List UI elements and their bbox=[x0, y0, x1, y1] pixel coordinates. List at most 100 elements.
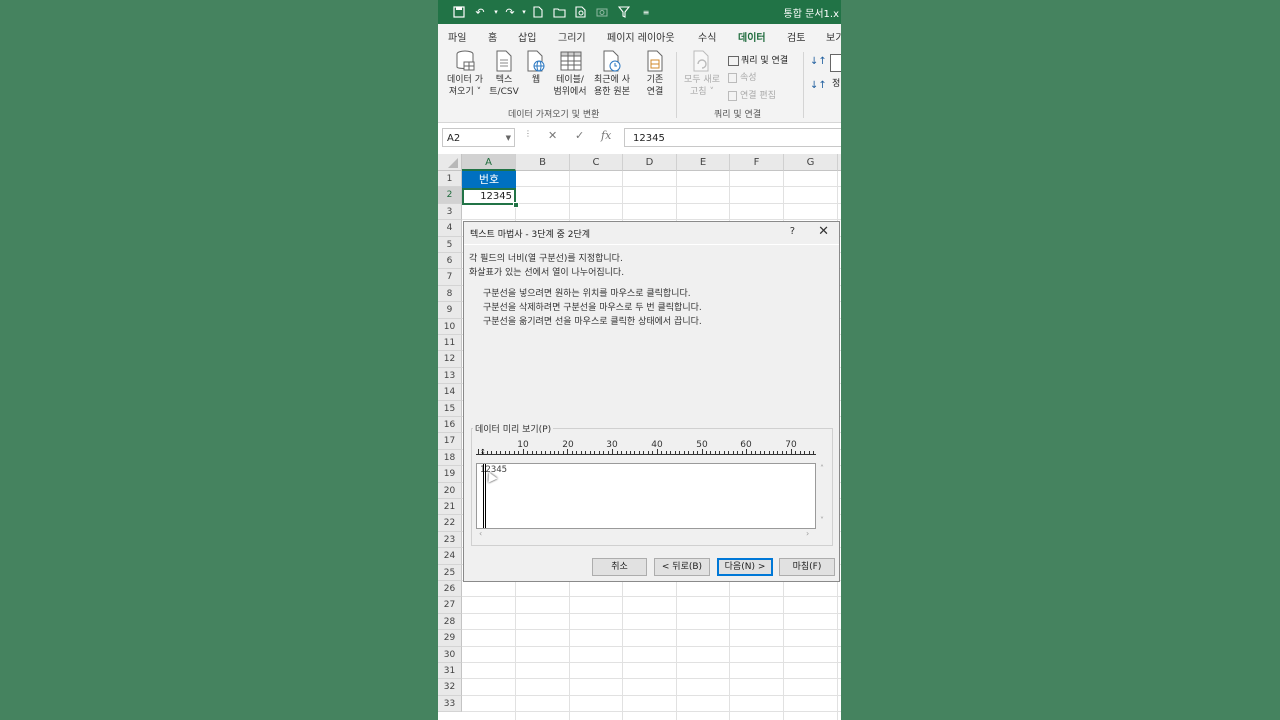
refresh-all-button[interactable]: 모두 새로 고침 ˅ bbox=[682, 50, 722, 98]
get-data-button[interactable]: 데이터 가 져오기 ˅ bbox=[444, 50, 486, 98]
row-header[interactable]: 23 bbox=[438, 531, 462, 549]
row-header[interactable]: 19 bbox=[438, 466, 462, 483]
edit-links-button[interactable]: 연결 편집 bbox=[728, 88, 776, 101]
row-header[interactable]: 26 bbox=[438, 581, 462, 598]
row-header[interactable]: 7 bbox=[438, 269, 462, 286]
open-folder-icon[interactable] bbox=[551, 4, 567, 20]
scroll-right-icon[interactable]: › bbox=[806, 529, 809, 538]
column-header-g[interactable]: G bbox=[784, 154, 838, 171]
row-header[interactable]: 24 bbox=[438, 548, 462, 565]
column-header-b[interactable]: B bbox=[516, 154, 570, 171]
name-box[interactable]: A2 ▼ bbox=[442, 128, 515, 147]
column-ruler[interactable]: 10 20 30 40 50 60 70 ↕ bbox=[476, 440, 816, 456]
next-button[interactable]: 다음(N) > bbox=[717, 558, 773, 576]
row-header[interactable]: 30 bbox=[438, 646, 462, 663]
tab-file[interactable]: 파일 bbox=[448, 29, 466, 44]
row-header[interactable]: 2 bbox=[438, 187, 462, 204]
row-header[interactable]: 25 bbox=[438, 564, 462, 581]
fill-handle[interactable] bbox=[513, 202, 519, 208]
queries-connections-button[interactable]: 쿼리 및 연결 bbox=[728, 53, 788, 66]
cancel-button[interactable]: 취소 bbox=[592, 558, 647, 576]
tab-formulas[interactable]: 수식 bbox=[698, 29, 716, 44]
row-header[interactable]: 31 bbox=[438, 663, 462, 680]
data-preview-box[interactable]: 12345 bbox=[476, 463, 816, 529]
row-header[interactable]: 5 bbox=[438, 236, 462, 253]
select-all-corner[interactable] bbox=[438, 154, 462, 171]
scroll-down-icon[interactable]: ˅ bbox=[820, 516, 824, 525]
preview-vertical-scrollbar[interactable]: ˄ ˅ bbox=[817, 463, 829, 529]
finish-button[interactable]: 마침(F) bbox=[779, 558, 835, 576]
tab-home[interactable]: 홈 bbox=[488, 29, 497, 44]
confirm-entry-icon[interactable]: ✓ bbox=[575, 129, 584, 142]
from-web-button[interactable]: 웹 bbox=[524, 50, 548, 86]
tab-page-layout[interactable]: 페이지 레이아웃 bbox=[607, 29, 675, 44]
column-header-d[interactable]: D bbox=[623, 154, 677, 171]
customize-toolbar-icon[interactable]: ≡ bbox=[638, 4, 654, 20]
ruler-tick bbox=[714, 451, 716, 454]
formula-input[interactable]: 12345 bbox=[624, 128, 841, 147]
row-header[interactable]: 17 bbox=[438, 433, 462, 450]
sort-za-icon[interactable]: ↓↑ bbox=[810, 80, 827, 91]
row-header[interactable]: 10 bbox=[438, 318, 462, 335]
row-header[interactable]: 22 bbox=[438, 515, 462, 532]
tab-insert[interactable]: 삽입 bbox=[518, 29, 536, 44]
row-header[interactable]: 32 bbox=[438, 679, 462, 696]
undo-icon[interactable]: ↶ bbox=[472, 4, 488, 20]
ruler-tick bbox=[531, 451, 533, 454]
cancel-entry-icon[interactable]: ✕ bbox=[548, 129, 557, 142]
recent-sources-button[interactable]: 최근에 사 용한 원본 bbox=[590, 50, 634, 98]
preview-horizontal-scrollbar[interactable]: ‹ › bbox=[476, 529, 816, 541]
insert-function-icon[interactable]: fx bbox=[601, 129, 611, 142]
from-table-range-button[interactable]: 테이블/ 범위에서 bbox=[550, 50, 590, 98]
row-header[interactable]: 28 bbox=[438, 613, 462, 631]
row-header[interactable]: 3 bbox=[438, 203, 462, 221]
row-header[interactable]: 1 bbox=[438, 171, 462, 188]
row-header[interactable]: 33 bbox=[438, 695, 462, 713]
column-header-e[interactable]: E bbox=[677, 154, 730, 171]
tab-data[interactable]: 데이터 bbox=[738, 29, 766, 48]
tab-view[interactable]: 보기 bbox=[826, 29, 841, 44]
row-header[interactable]: 18 bbox=[438, 449, 462, 467]
new-file-icon[interactable] bbox=[530, 4, 546, 20]
row-header[interactable]: 4 bbox=[438, 220, 462, 237]
scroll-left-icon[interactable]: ‹ bbox=[479, 529, 482, 538]
sort-icon[interactable] bbox=[830, 54, 841, 72]
column-header-h[interactable] bbox=[838, 154, 841, 171]
existing-connections-button[interactable]: 기존 연결 bbox=[641, 50, 669, 98]
row-header[interactable]: 13 bbox=[438, 367, 462, 385]
row-header[interactable]: 20 bbox=[438, 482, 462, 499]
row-header[interactable]: 27 bbox=[438, 597, 462, 614]
print-preview-icon[interactable] bbox=[572, 4, 588, 20]
camera-icon[interactable] bbox=[594, 4, 610, 20]
row-header[interactable]: 14 bbox=[438, 384, 462, 401]
row-header[interactable]: 12 bbox=[438, 351, 462, 368]
column-header-c[interactable]: C bbox=[570, 154, 623, 171]
back-button[interactable]: < 뒤로(B) bbox=[654, 558, 710, 576]
cell-a2[interactable]: 12345 bbox=[462, 188, 516, 205]
row-header[interactable]: 15 bbox=[438, 400, 462, 417]
help-button[interactable]: ? bbox=[790, 226, 795, 237]
column-header-f[interactable]: F bbox=[730, 154, 784, 171]
formula-bar-menu-icon[interactable]: ⋮ bbox=[524, 129, 532, 138]
cell-a1[interactable]: 번호 bbox=[462, 171, 516, 188]
row-header[interactable]: 11 bbox=[438, 335, 462, 352]
close-button[interactable]: ✕ bbox=[818, 224, 829, 239]
sort-az-icon[interactable]: ↓↑ bbox=[810, 56, 827, 67]
tab-draw[interactable]: 그리기 bbox=[558, 29, 586, 44]
tab-review[interactable]: 검토 bbox=[787, 29, 805, 44]
row-header[interactable]: 29 bbox=[438, 630, 462, 647]
save-icon[interactable] bbox=[451, 4, 467, 20]
break-arrow-icon[interactable]: ↕ bbox=[480, 448, 486, 456]
scroll-up-icon[interactable]: ˄ bbox=[820, 464, 824, 473]
filter-icon[interactable] bbox=[616, 4, 632, 20]
ruler-tick bbox=[567, 449, 569, 454]
row-header[interactable]: 16 bbox=[438, 417, 462, 434]
row-header[interactable]: 6 bbox=[438, 253, 462, 270]
from-text-csv-button[interactable]: 텍스 트/CSV bbox=[488, 50, 520, 98]
column-header-a[interactable]: A bbox=[462, 154, 516, 171]
properties-button[interactable]: 속성 bbox=[728, 70, 757, 83]
ruler-tick bbox=[656, 449, 658, 454]
row-header[interactable]: 9 bbox=[438, 302, 462, 319]
row-header[interactable]: 21 bbox=[438, 499, 462, 516]
row-header[interactable]: 8 bbox=[438, 285, 462, 303]
